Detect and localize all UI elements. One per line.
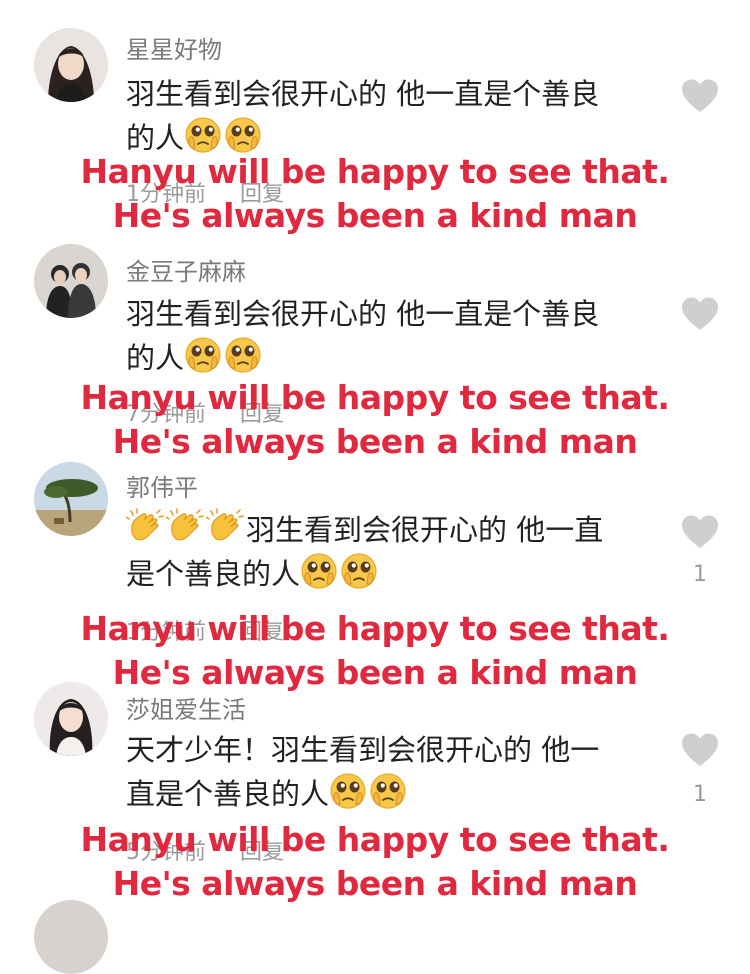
username[interactable]: 金豆子麻麻 — [126, 252, 246, 287]
comment-text: 天才少年！羽生看到会很开心的 他一 直是个善良的人 — [126, 728, 646, 816]
translation-caption: Hanyu will be happy to see that. He's al… — [0, 376, 750, 464]
caption-line: Hanyu will be happy to see that. — [80, 378, 670, 417]
heart-icon[interactable] — [680, 514, 720, 550]
comment-text: 羽生看到会很开心的 他一直 是个善良的人 — [126, 508, 646, 596]
clapping-hands-emoji — [126, 508, 164, 546]
like-count: 1 — [693, 782, 707, 807]
heart-icon[interactable] — [680, 732, 720, 768]
translation-caption: Hanyu will be happy to see that. He's al… — [0, 607, 750, 695]
pleading-face-emoji — [369, 772, 407, 810]
avatar[interactable] — [34, 900, 108, 974]
heart-icon[interactable] — [680, 78, 720, 114]
caption-line: Hanyu will be happy to see that. — [80, 609, 670, 648]
comment-text-line: 的人 — [126, 341, 185, 375]
caption-line: Hanyu will be happy to see that. — [80, 820, 670, 859]
username[interactable]: 莎姐爱生活 — [126, 690, 246, 725]
pleading-face-emoji — [224, 336, 262, 374]
like-count: 1 — [693, 562, 707, 587]
translation-caption: Hanyu will be happy to see that. He's al… — [0, 150, 750, 238]
username[interactable]: 郭伟平 — [126, 468, 198, 503]
clapping-hands-emoji — [206, 508, 244, 546]
comment-text-line: 羽生看到会很开心的 他一直 — [246, 513, 604, 547]
caption-line: Hanyu will be happy to see that. — [80, 152, 670, 191]
translation-caption: Hanyu will be happy to see that. He's al… — [0, 818, 750, 906]
comment-text-line: 羽生看到会很开心的 他一直是个善良 — [126, 77, 600, 111]
avatar[interactable] — [34, 462, 108, 536]
avatar[interactable] — [34, 28, 108, 102]
heart-icon[interactable] — [680, 296, 720, 332]
pleading-face-emoji — [184, 116, 222, 154]
pleading-face-emoji — [329, 772, 367, 810]
avatar[interactable] — [34, 682, 108, 756]
avatar[interactable] — [34, 244, 108, 318]
caption-line: He's always been a kind man — [112, 864, 638, 903]
pleading-face-emoji — [300, 552, 338, 590]
caption-line: He's always been a kind man — [112, 653, 638, 692]
pleading-face-emoji — [224, 116, 262, 154]
pleading-face-emoji — [184, 336, 222, 374]
comment-text-line: 是个善良的人 — [126, 557, 301, 591]
comment-text-line: 天才少年！羽生看到会很开心的 他一 — [126, 733, 600, 767]
comment-text-line: 直是个善良的人 — [126, 777, 330, 811]
caption-line: He's always been a kind man — [112, 196, 638, 235]
comment-text-line: 羽生看到会很开心的 他一直是个善良 — [126, 297, 600, 331]
pleading-face-emoji — [340, 552, 378, 590]
clapping-hands-emoji — [166, 508, 204, 546]
comment-text: 羽生看到会很开心的 他一直是个善良 的人 — [126, 292, 646, 380]
caption-line: He's always been a kind man — [112, 422, 638, 461]
username[interactable]: 星星好物 — [126, 30, 222, 65]
comment-text: 羽生看到会很开心的 他一直是个善良 的人 — [126, 72, 646, 160]
